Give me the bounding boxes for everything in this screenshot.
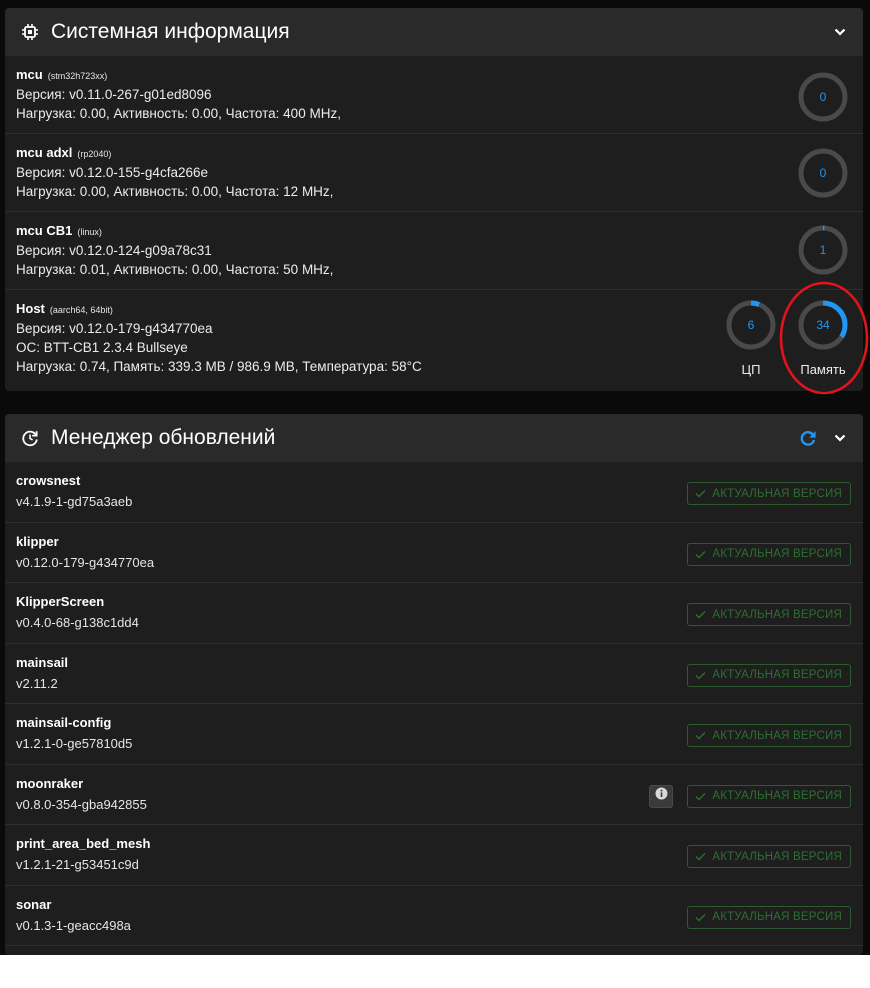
info-button[interactable] [649,784,673,808]
update-item: print_area_bed_mesh v1.2.1-21-g53451c9d … [5,825,863,886]
check-icon [695,550,706,559]
up-to-date-button[interactable]: АКТУАЛЬНАЯ ВЕРСИЯ [687,784,851,808]
check-icon [695,731,706,740]
mcu-load: Нагрузка: 0.00, Активность: 0.00, Частот… [16,184,334,199]
mcu-chip: (stm32h723xx) [47,71,108,81]
page-background: Системная информация mcu (stm32h723xx) Ве… [0,0,870,955]
up-to-date-button[interactable]: АКТУАЛЬНАЯ ВЕРСИЯ [687,482,851,505]
up-to-date-button[interactable]: АКТУАЛЬНАЯ ВЕРСИЯ [687,542,851,566]
update-item: mainsail v2.11.2 АКТУАЛЬНАЯ ВЕРСИЯ [5,644,863,704]
mcu-load-gauge-value: 0 [819,166,827,180]
up-to-date-label: АКТУАЛЬНАЯ ВЕРСИЯ [712,608,842,621]
mcu-load-gauge-value: 0 [819,90,827,104]
check-icon [695,671,706,680]
mcu-version: Версия: v0.12.0-124-g09a78c31 [16,243,212,258]
annotation-circle [779,281,869,395]
mcu-load-gauge: 0 [796,70,850,124]
system-info-title: Системная информация [51,20,290,43]
cpu-gauge-label: ЦП [741,362,761,377]
mcu-name: mcu CB1 [16,223,73,238]
cpu-gauge-value: 6 [747,318,755,332]
chevron-down-icon[interactable] [829,21,851,43]
refresh-icon[interactable] [797,427,819,449]
mcu-load: Нагрузка: 0.01, Активность: 0.00, Частот… [16,262,334,277]
mcu-chip: (linux) [77,227,102,237]
mcu-load-gauge: 0 [796,146,850,200]
up-to-date-button[interactable]: АКТУАЛЬНАЯ ВЕРСИЯ [687,724,851,747]
up-to-date-label: АКТУАЛЬНАЯ ВЕРСИЯ [712,669,842,681]
up-to-date-label: АКТУАЛЬНАЯ ВЕРСИЯ [712,850,842,863]
mcu-chip: (rp2040) [77,149,112,159]
mcu-row: mcu (stm32h723xx) Версия: v0.11.0-267-g01… [5,56,863,134]
system-info-header[interactable]: Системная информация [5,8,863,56]
check-icon [695,913,706,922]
cpu-gauge: 6 [724,298,778,352]
host-arch: (aarch64, 64bit) [49,305,113,315]
mcu-row: mcu CB1 (linux) Версия: v0.12.0-124-g09a7… [5,212,863,290]
host-name: Host [16,301,45,316]
update-item: crowsnest v4.1.9-1-gd75a3aeb АКТУАЛЬНАЯ … [5,462,863,523]
mcu-load-gauge: 1 [796,223,850,277]
mcu-version: Версия: v0.12.0-155-g4cfa266e [16,165,208,180]
mcu-name: mcu [16,67,43,82]
update-item: sonar v0.1.3-1-geacc498a АКТУАЛЬНАЯ ВЕРС… [5,886,863,946]
update-manager-title: Менеджер обновлений [51,426,276,449]
up-to-date-label: АКТУАЛЬНАЯ ВЕРСИЯ [712,729,842,742]
check-icon [695,852,706,861]
mcu-name: mcu adxl [16,145,73,160]
update-item: moonraker v0.8.0-354-gba942855 АКТУАЛЬНА… [5,765,863,825]
check-icon [695,489,706,498]
chevron-down-icon[interactable] [829,427,851,449]
host-row: Host (aarch64, 64bit) Версия: v0.12.0-179… [5,290,863,391]
up-to-date-label: АКТУАЛЬНАЯ ВЕРСИЯ [712,487,842,500]
mcu-load: Нагрузка: 0.00, Активность: 0.00, Частот… [16,106,341,121]
up-to-date-label: АКТУАЛЬНАЯ ВЕРСИЯ [712,911,842,923]
update-icon [19,427,41,449]
update-manager-panel: Менеджер обновлений crowsnest v4.1.9-1-g… [5,414,863,955]
system-info-panel: Системная информация mcu (stm32h723xx) Ве… [5,8,863,391]
update-item: klipper v0.12.0-179-g434770ea АКТУАЛЬНАЯ… [5,523,863,583]
mcu-version: Версия: v0.11.0-267-g01ed8096 [16,87,212,102]
update-item: mainsail-config v1.2.1-0-ge57810d5 АКТУА… [5,704,863,765]
check-icon [695,610,706,619]
info-icon [655,787,668,805]
up-to-date-button[interactable]: АКТУАЛЬНАЯ ВЕРСИЯ [687,845,851,868]
check-icon [695,792,706,801]
up-to-date-label: АКТУАЛЬНАЯ ВЕРСИЯ [712,548,842,560]
up-to-date-label: АКТУАЛЬНАЯ ВЕРСИЯ [712,790,842,802]
chip-icon [19,21,41,43]
up-to-date-button[interactable]: АКТУАЛЬНАЯ ВЕРСИЯ [687,603,851,626]
update-item: KlipperScreen v0.4.0-68-g138c1dd4 АКТУАЛ… [5,583,863,644]
mcu-load-gauge-value: 1 [819,243,827,257]
up-to-date-button[interactable]: АКТУАЛЬНАЯ ВЕРСИЯ [687,905,851,929]
update-manager-header[interactable]: Менеджер обновлений [5,414,863,462]
up-to-date-button[interactable]: АКТУАЛЬНАЯ ВЕРСИЯ [687,663,851,687]
mcu-row: mcu adxl (rp2040) Версия: v0.12.0-155-g4c… [5,134,863,212]
